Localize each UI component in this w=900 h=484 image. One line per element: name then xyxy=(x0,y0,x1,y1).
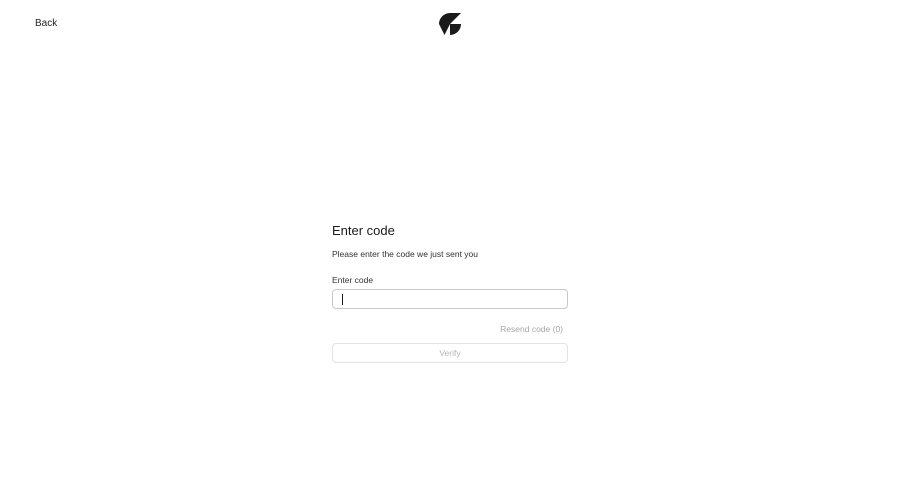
page-title: Enter code xyxy=(332,223,395,238)
code-field-label: Enter code xyxy=(332,275,374,285)
code-input[interactable] xyxy=(332,289,568,309)
text-caret xyxy=(342,294,343,305)
verification-page: Back Enter code Please enter the code we… xyxy=(0,0,900,484)
page-subtitle: Please enter the code we just sent you xyxy=(332,249,479,259)
resend-code-link[interactable]: Resend code (0) xyxy=(500,324,563,334)
verification-form: Enter code Please enter the code we just… xyxy=(332,222,568,363)
back-link[interactable]: Back xyxy=(35,17,57,31)
brand-logo-icon xyxy=(439,13,461,35)
resend-row: Resend code (0) xyxy=(332,319,568,334)
verify-button[interactable]: Verify xyxy=(332,343,568,363)
